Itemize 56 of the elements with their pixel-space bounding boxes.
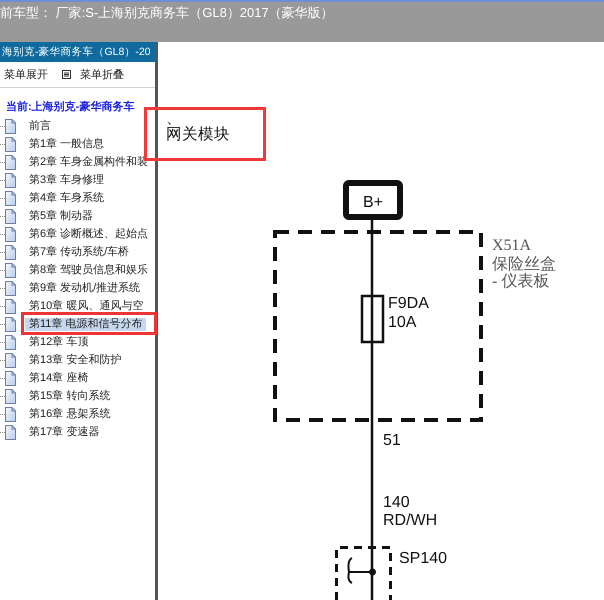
splice-symbol: [347, 557, 376, 584]
tree-item[interactable]: 第13章 安全和防护: [25, 354, 126, 366]
tree-item[interactable]: 第14章 座椅: [25, 372, 92, 384]
document-icon: [0, 316, 16, 332]
wire-color-label: RD/WH: [383, 512, 438, 529]
tree-item[interactable]: 第10章 暖风、通风与空: [25, 300, 148, 312]
tree-item[interactable]: 第6章 诊断概述、起始点: [25, 228, 152, 240]
fuse-rating: 10A: [388, 314, 416, 331]
document-icon: [0, 280, 16, 296]
vehicle-model-text: 前车型： 厂家:S-上海别克商务车（GL8）2017（豪华版）: [0, 5, 334, 21]
tree-item[interactable]: 第11章 电源和信号分布: [25, 318, 146, 330]
fuse-box-label: X51A: [492, 237, 532, 254]
tree-item[interactable]: 第3章 车身修理: [25, 174, 108, 186]
wire-label: 140: [383, 494, 410, 511]
document-icon: [0, 424, 16, 440]
document-icon: [0, 208, 16, 224]
tree-item[interactable]: 第1章 一般信息: [25, 138, 108, 150]
document-icon: [0, 370, 16, 386]
tree-item[interactable]: 第15章 转向系统: [25, 390, 114, 402]
document-icon: [0, 244, 16, 260]
document-icon: [0, 334, 16, 350]
document-icon: [0, 154, 16, 170]
document-icon: [0, 388, 16, 404]
cavity-label: 51: [383, 432, 401, 449]
document-icon: [0, 136, 16, 152]
tree-item[interactable]: 第7章 传动系统/车桥: [25, 246, 134, 258]
current-path-text: 当前:上海别克-豪华商务车: [6, 100, 134, 114]
fuse-box-label: - 仪表板: [492, 273, 550, 290]
fuse-box-label: 保险丝盒: [492, 256, 556, 273]
fuse-symbol: [360, 294, 384, 344]
document-icon: [0, 172, 16, 188]
tree-item[interactable]: 第8章 驾驶员信息和娱乐: [25, 264, 152, 276]
document-icon: [0, 226, 16, 242]
splice-label: SP140: [399, 550, 448, 567]
splice-outline: [335, 546, 392, 600]
tree-item[interactable]: 第17章 变速器: [25, 426, 104, 438]
tree-item[interactable]: 第12章 车顶: [25, 336, 92, 348]
document-icon: [0, 298, 16, 314]
sidebar-title: 海别克-豪华商务车（GL8）-20: [0, 42, 155, 62]
terminal-label: B+: [363, 194, 383, 211]
tree-item[interactable]: 前言: [25, 120, 55, 132]
note-text: 网关模块: [166, 127, 230, 143]
document-icon: [0, 352, 16, 368]
fuse-label: F9DA: [388, 295, 429, 312]
terminal-box: [343, 180, 403, 220]
note-text: 、: [166, 111, 182, 127]
tree-item[interactable]: 第16章 悬架系统: [25, 408, 114, 420]
tree-item[interactable]: 第9章 发动机/推进系统: [25, 282, 144, 294]
document-icon: [0, 190, 16, 206]
tree-item[interactable]: 第5章 制动器: [25, 210, 98, 222]
toolbar-button[interactable]: 菜单折叠: [62, 68, 124, 82]
tree-item[interactable]: 第4章 车身系统: [25, 192, 108, 204]
document-icon: [0, 262, 16, 278]
document-icon: [0, 118, 16, 134]
toolbar-button[interactable]: 菜单展开: [4, 68, 48, 82]
document-icon: [0, 406, 16, 422]
